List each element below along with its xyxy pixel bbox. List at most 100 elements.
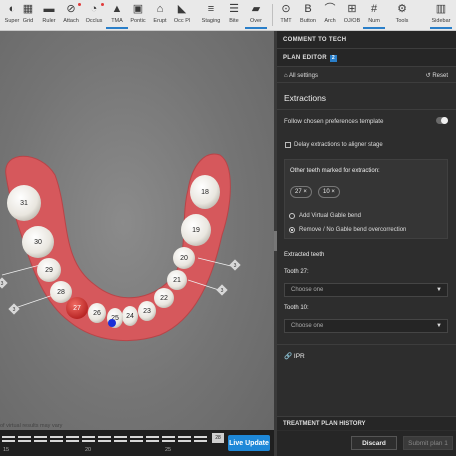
sidebar-icon: ▥ (435, 3, 447, 15)
plan-editor-header[interactable]: PLAN EDITOR 2 (277, 49, 456, 67)
tooth10-label: Tooth 10: (284, 305, 309, 311)
marker-label: 3 (221, 288, 224, 294)
staging-icon: ≡ (207, 3, 215, 15)
pontic-icon: ▣ (132, 3, 144, 15)
divider (277, 344, 456, 345)
disclaimer-text: of virtual results may vary (0, 423, 63, 429)
tool-sidebar[interactable]: ▥ Sidebar (430, 2, 452, 29)
all-settings-label: All settings (288, 73, 318, 79)
tmt-icon: ⊙ (281, 3, 291, 15)
tooth-number: 28 (57, 289, 65, 296)
arch-icon: ⌒ (324, 3, 336, 15)
delay-extractions-label: Delay extractions to aligner stage (294, 142, 383, 148)
discard-button[interactable]: Discard (351, 436, 397, 450)
tooth10-select[interactable]: Choose one ▼ (284, 319, 448, 333)
stage-number: 25 (165, 447, 172, 453)
tooth27-label: Tooth 27: (284, 269, 309, 275)
viewport-3d[interactable]: 18 19 20 21 22 23 24 25 26 27 28 29 30 3… (0, 31, 274, 456)
settings-nav: ⌂ All settings ↺ Reset (277, 69, 456, 83)
position-marker[interactable] (108, 319, 116, 327)
stage-ticks-lower (2, 440, 207, 442)
tool-label: Tools (395, 18, 409, 24)
tool-label: Over (250, 18, 262, 24)
stage-ticks-upper (2, 436, 207, 438)
plan-editor-panel: COMMENT TO TECH PLAN EDITOR 2 ⌂ All setti… (277, 31, 456, 456)
remove-chip-icon[interactable]: × (303, 189, 307, 195)
link-icon: 🔗 (284, 353, 294, 360)
button-icon: B (304, 3, 312, 15)
tooth-number: 31 (20, 200, 28, 207)
tooth-number: 18 (201, 189, 209, 196)
select-value: Choose one (291, 287, 324, 293)
marker-label: 3 (234, 263, 237, 269)
dental-arch[interactable]: 18 19 20 21 22 23 24 25 26 27 28 29 30 3… (0, 31, 274, 456)
marked-title: Other teeth marked for extraction: (290, 168, 380, 174)
tooth-number: 27 (73, 305, 81, 312)
alert-dot (101, 3, 104, 6)
tooth-chip[interactable]: 10 × (318, 186, 340, 198)
erupt-icon: ⌂ (156, 3, 164, 15)
panel-footer: Discard Submit plan 1 (277, 431, 456, 456)
toggle-knob (441, 117, 448, 124)
select-value: Choose one (291, 323, 324, 329)
extracted-teeth-title: Extracted teeth (284, 252, 325, 258)
section-title: Extractions (284, 93, 327, 103)
reset-label: Reset (432, 73, 448, 79)
gear-icon: ⚙ (397, 3, 407, 15)
tool-label: Sidebar (431, 18, 451, 24)
tool-over[interactable]: ▰ Over (245, 2, 267, 29)
chevron-down-icon: ▼ (436, 323, 442, 329)
ruler-icon: ▬ (43, 3, 55, 15)
treatment-plan-history-header[interactable]: TREATMENT PLAN HISTORY (277, 416, 456, 430)
remove-gable-label: Remove / No Gable bend overcorrection (299, 227, 407, 233)
tooth-number: 20 (180, 255, 188, 262)
chip-label: 10 (323, 189, 330, 195)
tooth-number: 30 (34, 239, 42, 246)
extraction-options: Other teeth marked for extraction: 27 × … (284, 159, 448, 239)
follow-template-label: Follow chosen preferences template (284, 118, 384, 125)
live-update-button[interactable]: Live Update (228, 435, 270, 451)
divider (277, 109, 456, 110)
marker-label: 3 (1, 281, 4, 287)
tma-icon: ▲ (111, 3, 123, 15)
occlusal-plane-icon: ◣ (177, 3, 187, 15)
stage-number: 20 (85, 447, 92, 453)
all-settings-link[interactable]: ⌂ All settings (284, 69, 318, 83)
tooth-chip[interactable]: 27 × (290, 186, 312, 198)
ipr-link[interactable]: 🔗 IPR (284, 352, 305, 360)
overlay-icon: ▰ (251, 3, 261, 15)
delay-extractions-checkbox[interactable] (285, 142, 291, 148)
stage-number: 15 (3, 447, 10, 453)
ojob-icon: ⊞ (347, 3, 357, 15)
tool-num[interactable]: # Num (363, 2, 385, 29)
tool-occ-pl[interactable]: ◣ Occ Pl (171, 2, 193, 29)
comment-to-tech-header[interactable]: COMMENT TO TECH (277, 31, 456, 49)
tooth-number: 24 (126, 313, 134, 320)
tooth-number: 21 (173, 277, 181, 284)
tooth27-select[interactable]: Choose one ▼ (284, 283, 448, 297)
ipr-label: IPR (293, 353, 305, 360)
comment-header-label: COMMENT TO TECH (283, 37, 347, 43)
current-stage[interactable]: 28 (212, 433, 224, 443)
tool-tools[interactable]: ⚙ Tools (391, 2, 413, 29)
remove-gable-radio[interactable] (289, 227, 295, 233)
bite-icon: ☰ (229, 3, 239, 15)
add-gable-label: Add Virtual Gable bend (299, 213, 361, 219)
tooth-number: 23 (143, 308, 151, 315)
chevron-down-icon: ▼ (436, 287, 442, 293)
tooth-number: 26 (93, 310, 101, 317)
marker-label: 3 (13, 307, 16, 313)
remove-chip-icon[interactable]: × (331, 189, 335, 195)
chip-label: 27 (295, 189, 302, 195)
add-gable-radio[interactable] (289, 213, 295, 219)
numbering-icon: # (370, 3, 378, 15)
alert-dot (78, 3, 81, 6)
reset-button[interactable]: ↺ Reset (426, 69, 448, 83)
grid-icon: ▦ (22, 3, 34, 15)
follow-template-toggle[interactable] (436, 117, 448, 124)
tooth-number: 19 (192, 227, 200, 234)
submit-plan-button[interactable]: Submit plan 1 (403, 436, 453, 450)
tooth-number: 29 (45, 267, 53, 274)
tooth-number: 22 (160, 295, 168, 302)
toolbar: ◐ Super ▦ Grid ▬ Ruler ⊘ Attach ◔ Occlus ▲ TMA… (0, 0, 456, 31)
